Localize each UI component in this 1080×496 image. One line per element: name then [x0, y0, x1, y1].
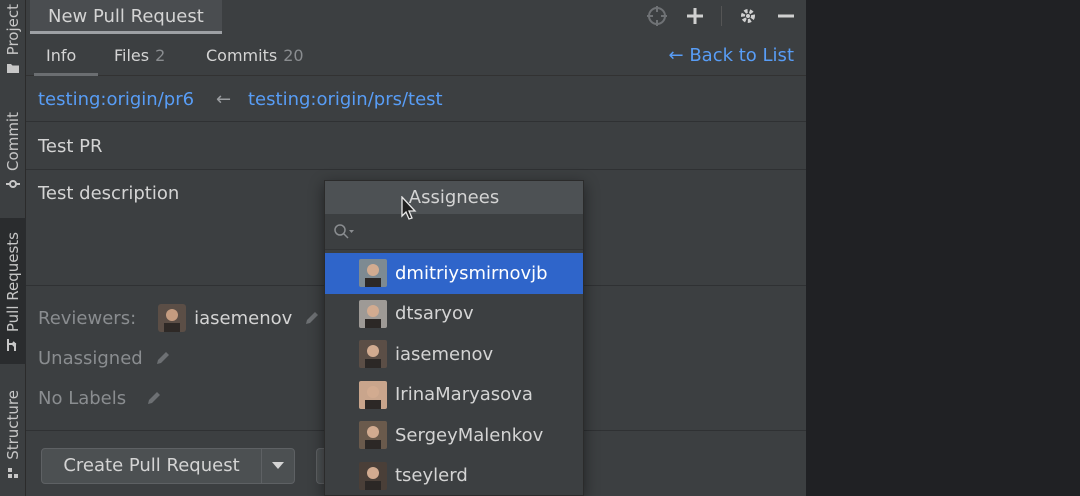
edit-labels-pencil-icon[interactable]	[146, 390, 162, 406]
reviewer-name: iasemenov	[194, 307, 293, 329]
panel-tab-title[interactable]: New Pull Request	[30, 0, 222, 34]
assignee-avatar	[359, 259, 387, 288]
assignees-popup: Assignees dmitriysmirnovjb dtsaryov iaseme…	[324, 180, 584, 496]
titlebar-separator	[721, 6, 722, 26]
tool-pull-requests-label: Pull Requests	[4, 232, 22, 333]
create-options-dropdown[interactable]	[262, 449, 294, 483]
pr-title-field[interactable]: Test PR	[26, 123, 806, 170]
branch-arrow: ←	[216, 89, 232, 110]
search-icon	[334, 223, 354, 239]
edit-reviewers-pencil-icon[interactable]	[304, 310, 320, 326]
create-pull-request-label: Create Pull Request	[42, 449, 262, 483]
gear-icon[interactable]	[736, 4, 760, 28]
pr-description-text: Test description	[38, 183, 180, 204]
assignee-name: dmitriysmirnovjb	[395, 262, 548, 284]
assignee-name: IrinaMaryasova	[395, 384, 533, 406]
source-branch[interactable]: testing:origin/prs/test	[248, 78, 443, 122]
tab-info[interactable]: Info	[34, 36, 98, 76]
tab-files-count: 2	[155, 46, 166, 65]
plus-icon[interactable]	[683, 4, 707, 28]
reviewer-avatar	[158, 304, 187, 332]
tab-commits[interactable]: Commits 20	[206, 36, 304, 76]
reviewers-row: Reviewers: iasemenov	[38, 300, 320, 336]
tool-structure[interactable]: Structure	[0, 390, 26, 480]
subtab-bar: Info Files 2 Commits 20 ← Back to List	[26, 36, 806, 76]
assignees-list: dmitriysmirnovjb dtsaryov iasemenov IrinaMa…	[325, 253, 583, 496]
assignee-item[interactable]: SergeyMalenkov	[325, 415, 583, 456]
assignee-avatar	[359, 299, 387, 328]
assignee-item[interactable]: IrinaMaryasova	[325, 375, 583, 416]
assignee-name: dtsaryov	[395, 303, 474, 325]
assignee-row: Unassigned	[38, 340, 171, 376]
create-pull-request-button[interactable]: Create Pull Request	[41, 448, 295, 484]
assignee-item[interactable]: iasemenov	[325, 334, 583, 375]
assignee-name: tseylerd	[395, 465, 468, 487]
tab-files-label: Files	[114, 46, 150, 65]
minimize-icon[interactable]	[774, 4, 798, 28]
tool-project-label: Project	[4, 4, 22, 56]
tab-commits-count: 20	[283, 46, 304, 65]
pull-request-icon	[7, 339, 17, 352]
assignees-search-input[interactable]	[359, 222, 559, 241]
pr-title-text: Test PR	[38, 136, 103, 157]
assignee-text: Unassigned	[38, 347, 143, 369]
assignees-popup-header: Assignees	[325, 181, 583, 214]
target-branch[interactable]: testing:origin/pr6	[38, 78, 194, 122]
tab-commits-label: Commits	[206, 46, 278, 65]
tool-window-strip: Project Commit Pull Requests Structure	[0, 0, 26, 496]
folder-icon	[7, 64, 19, 74]
titlebar-actions	[645, 4, 798, 28]
commit-icon	[6, 179, 20, 188]
chevron-down-icon	[272, 462, 284, 469]
assignee-name: SergeyMalenkov	[395, 424, 544, 446]
assignee-item[interactable]: dtsaryov	[325, 294, 583, 335]
assignee-avatar	[359, 421, 387, 450]
labels-text: No Labels	[38, 387, 127, 409]
tool-pull-requests[interactable]: Pull Requests	[0, 218, 26, 364]
crosshair-icon[interactable]	[645, 4, 669, 28]
labels-row: No Labels	[38, 380, 162, 416]
mouse-cursor-icon	[401, 196, 417, 220]
edit-assignee-pencil-icon[interactable]	[155, 350, 171, 366]
structure-icon	[8, 467, 18, 478]
tool-project[interactable]: Project	[0, 4, 26, 75]
assignee-item[interactable]: dmitriysmirnovjb	[325, 253, 583, 294]
assignee-avatar	[359, 380, 387, 409]
branch-row: testing:origin/pr6 ← testing:origin/prs/…	[26, 78, 806, 122]
assignee-avatar	[359, 340, 387, 369]
panel-titlebar: New Pull Request	[26, 0, 806, 34]
tab-info-label: Info	[46, 46, 77, 65]
tool-commit[interactable]: Commit	[0, 112, 26, 191]
assignees-search-bar	[325, 214, 583, 250]
tool-structure-label: Structure	[4, 390, 22, 460]
tool-commit-label: Commit	[4, 112, 22, 171]
back-to-list-link[interactable]: ← Back to List	[669, 36, 794, 76]
assignee-avatar	[359, 461, 387, 490]
reviewers-label: Reviewers:	[38, 307, 137, 329]
tab-files[interactable]: Files 2	[114, 36, 165, 76]
assignee-name: iasemenov	[395, 343, 494, 365]
editor-background	[806, 0, 1080, 496]
assignee-item[interactable]: tseylerd	[325, 456, 583, 496]
